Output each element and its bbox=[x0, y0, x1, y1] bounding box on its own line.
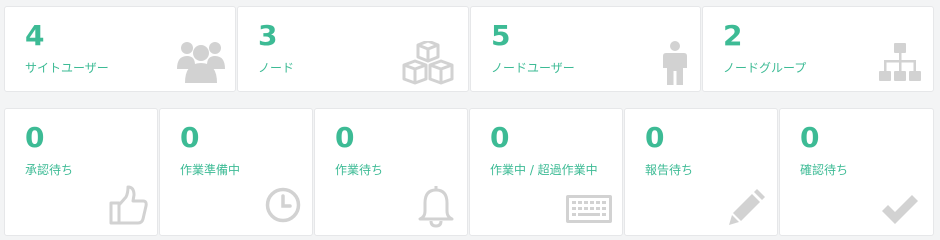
card-in-progress[interactable]: 0 作業中 / 超過作業中 bbox=[469, 108, 623, 236]
site-users-label: サイトユーザー bbox=[25, 61, 109, 75]
node-groups-count: 2 bbox=[723, 19, 743, 52]
cubes-icon bbox=[402, 41, 454, 85]
thumbs-up-icon bbox=[109, 185, 148, 225]
node-groups-label: ノードグループ bbox=[723, 61, 807, 75]
card-awaiting-work[interactable]: 0 作業待ち bbox=[314, 108, 468, 236]
keyboard-icon bbox=[566, 195, 612, 223]
in-progress-count: 0 bbox=[490, 121, 510, 154]
card-awaiting-report[interactable]: 0 報告待ち bbox=[624, 108, 778, 236]
card-nodes[interactable]: 3 ノード bbox=[237, 6, 469, 92]
card-awaiting-approval[interactable]: 0 承認待ち bbox=[4, 108, 158, 236]
node-users-count: 5 bbox=[491, 19, 511, 52]
preparing-work-label: 作業準備中 bbox=[180, 163, 241, 177]
awaiting-approval-count: 0 bbox=[25, 121, 45, 154]
awaiting-work-label: 作業待ち bbox=[335, 163, 384, 177]
user-icon bbox=[663, 41, 687, 85]
card-preparing-work[interactable]: 0 作業準備中 bbox=[159, 108, 313, 236]
clock-icon bbox=[265, 187, 301, 223]
awaiting-approval-label: 承認待ち bbox=[25, 163, 74, 177]
users-icon bbox=[177, 42, 225, 83]
card-awaiting-confirmation[interactable]: 0 確認待ち bbox=[779, 108, 934, 236]
awaiting-work-count: 0 bbox=[335, 121, 355, 154]
awaiting-report-label: 報告待ち bbox=[645, 163, 694, 177]
bell-icon bbox=[418, 186, 454, 228]
card-node-users[interactable]: 5 ノードユーザー bbox=[470, 6, 701, 92]
site-users-count: 4 bbox=[25, 19, 45, 52]
preparing-work-count: 0 bbox=[180, 121, 200, 154]
card-node-groups[interactable]: 2 ノードグループ bbox=[702, 6, 934, 92]
card-site-users[interactable]: 4 サイトユーザー bbox=[4, 6, 236, 92]
in-progress-label: 作業中 / 超過作業中 bbox=[490, 163, 598, 177]
nodes-label: ノード bbox=[258, 61, 295, 75]
node-users-label: ノードユーザー bbox=[491, 61, 575, 75]
nodes-count: 3 bbox=[258, 19, 278, 52]
pencil-icon bbox=[729, 189, 765, 225]
awaiting-confirmation-count: 0 bbox=[800, 121, 820, 154]
awaiting-confirmation-label: 確認待ち bbox=[800, 163, 849, 177]
check-icon bbox=[882, 195, 918, 224]
awaiting-report-count: 0 bbox=[645, 121, 665, 154]
sitemap-icon bbox=[879, 43, 921, 81]
